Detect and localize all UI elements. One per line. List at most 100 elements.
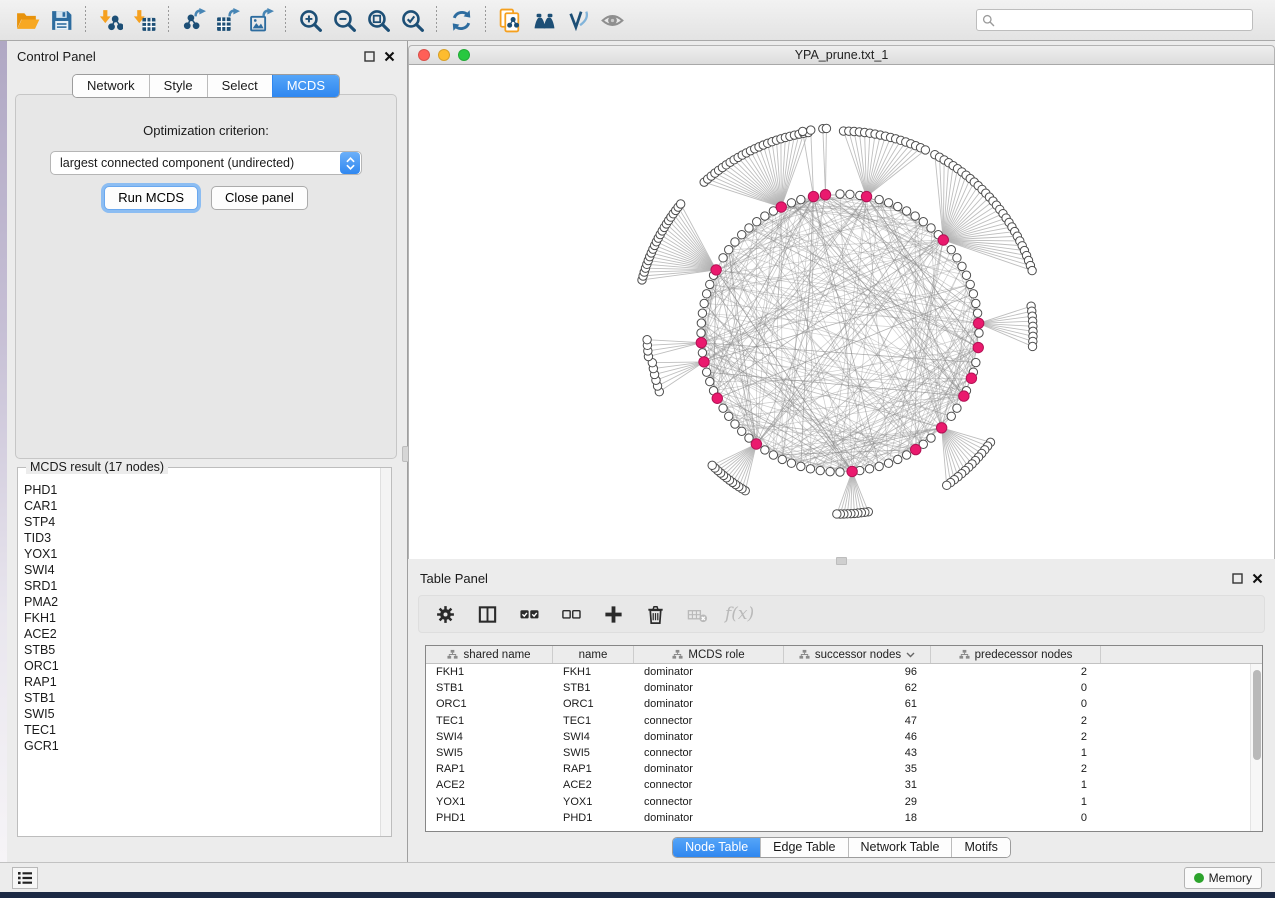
table-settings-button[interactable]: [431, 601, 459, 627]
network-node[interactable]: [697, 329, 705, 337]
column-header-MCDS-role[interactable]: MCDS role: [634, 646, 784, 663]
network-node[interactable]: [1028, 342, 1036, 350]
mcds-result-item[interactable]: TID3: [24, 530, 380, 546]
table-tab-edge-table[interactable]: Edge Table: [760, 838, 847, 857]
mcds-hub-node[interactable]: [776, 202, 786, 212]
network-node[interactable]: [958, 262, 966, 270]
table-row[interactable]: SWI4SWI4dominator462: [426, 729, 1250, 745]
refresh-button[interactable]: [444, 4, 478, 36]
mcds-result-item[interactable]: SWI4: [24, 562, 380, 578]
network-node[interactable]: [836, 190, 844, 198]
network-node[interactable]: [1028, 266, 1036, 274]
network-node[interactable]: [865, 465, 873, 473]
table-row[interactable]: ORC1ORC1dominator610: [426, 696, 1250, 712]
network-node[interactable]: [797, 462, 805, 470]
network-node[interactable]: [706, 280, 714, 288]
network-node[interactable]: [676, 200, 684, 208]
network-view-canvas[interactable]: [408, 65, 1275, 559]
table-row[interactable]: FKH1FKH1dominator962: [426, 664, 1250, 680]
network-node[interactable]: [745, 224, 753, 232]
network-node[interactable]: [822, 124, 830, 132]
network-node[interactable]: [761, 446, 769, 454]
network-node[interactable]: [769, 451, 777, 459]
mcds-result-scrollbar[interactable]: [380, 468, 391, 836]
close-panel-button[interactable]: Close panel: [211, 186, 308, 210]
network-node[interactable]: [706, 377, 714, 385]
export-table-button[interactable]: [210, 4, 244, 36]
split-columns-button[interactable]: [473, 601, 501, 627]
column-header-successor-nodes[interactable]: successor nodes: [784, 646, 931, 663]
table-tab-network-table[interactable]: Network Table: [848, 838, 952, 857]
select-all-button[interactable]: [515, 601, 543, 627]
mcds-hub-node[interactable]: [938, 235, 948, 245]
mcds-hub-node[interactable]: [711, 265, 721, 275]
mcds-result-item[interactable]: RAP1: [24, 674, 380, 690]
network-node[interactable]: [911, 212, 919, 220]
run-mcds-button[interactable]: Run MCDS: [104, 186, 198, 210]
table-row[interactable]: SWI5SWI5connector431: [426, 745, 1250, 761]
zoom-in-button[interactable]: [293, 4, 327, 36]
mcds-hub-node[interactable]: [973, 342, 983, 352]
network-node[interactable]: [975, 329, 983, 337]
network-node[interactable]: [894, 455, 902, 463]
column-header-shared-name[interactable]: shared name: [426, 646, 553, 663]
network-node[interactable]: [875, 462, 883, 470]
network-node[interactable]: [927, 434, 935, 442]
network-node[interactable]: [902, 451, 910, 459]
network-node[interactable]: [806, 465, 814, 473]
network-node[interactable]: [725, 246, 733, 254]
mcds-hub-node[interactable]: [712, 393, 722, 403]
clear-selection-button[interactable]: [557, 601, 585, 627]
network-node[interactable]: [833, 510, 841, 518]
mcds-result-item[interactable]: CAR1: [24, 498, 380, 514]
network-graph[interactable]: [409, 65, 1274, 559]
network-node[interactable]: [927, 224, 935, 232]
task-history-button[interactable]: [12, 867, 38, 889]
network-node[interactable]: [966, 280, 974, 288]
network-node[interactable]: [787, 199, 795, 207]
mcds-result-item[interactable]: SRD1: [24, 578, 380, 594]
tab-mcds[interactable]: MCDS: [272, 75, 339, 97]
network-node[interactable]: [816, 466, 824, 474]
network-node[interactable]: [731, 238, 739, 246]
network-node[interactable]: [942, 481, 950, 489]
network-node[interactable]: [947, 412, 955, 420]
table-scrollbar[interactable]: [1250, 664, 1262, 831]
mcds-result-item[interactable]: ACE2: [24, 626, 380, 642]
network-node[interactable]: [919, 218, 927, 226]
import-table-button[interactable]: [127, 4, 161, 36]
network-node[interactable]: [738, 231, 746, 239]
mcds-result-list[interactable]: PHD1CAR1STP4TID3YOX1SWI4SRD1PMA2FKH1ACE2…: [18, 472, 380, 836]
mcds-result-item[interactable]: PMA2: [24, 594, 380, 610]
tab-style[interactable]: Style: [149, 75, 207, 97]
network-node[interactable]: [807, 126, 815, 134]
close-panel-icon[interactable]: [384, 51, 395, 62]
network-node[interactable]: [894, 202, 902, 210]
network-node[interactable]: [973, 309, 981, 317]
add-column-button[interactable]: [599, 601, 627, 627]
mcds-result-item[interactable]: PHD1: [24, 482, 380, 498]
mcds-result-item[interactable]: STP4: [24, 514, 380, 530]
network-node[interactable]: [798, 127, 806, 135]
mcds-hub-node[interactable]: [699, 357, 709, 367]
tab-select[interactable]: Select: [207, 75, 272, 97]
network-node[interactable]: [698, 349, 706, 357]
float-panel-icon[interactable]: [1232, 573, 1243, 584]
mcds-hub-node[interactable]: [959, 391, 969, 401]
network-node[interactable]: [787, 459, 795, 467]
delete-column-button[interactable]: [683, 601, 711, 627]
close-panel-icon[interactable]: [1252, 573, 1263, 584]
table-row[interactable]: STB1STB1dominator620: [426, 680, 1250, 696]
mcds-result-item[interactable]: GCR1: [24, 738, 380, 754]
mcds-result-item[interactable]: FKH1: [24, 610, 380, 626]
network-node[interactable]: [698, 309, 706, 317]
network-node[interactable]: [962, 271, 970, 279]
mcds-hub-node[interactable]: [847, 466, 857, 476]
search-field[interactable]: [976, 9, 1253, 31]
save-button[interactable]: [44, 4, 78, 36]
network-node[interactable]: [884, 199, 892, 207]
zoom-selected-button[interactable]: [395, 4, 429, 36]
mcds-hub-node[interactable]: [911, 444, 921, 454]
table-row[interactable]: RAP1RAP1dominator352: [426, 761, 1250, 777]
mcds-hub-node[interactable]: [751, 439, 761, 449]
